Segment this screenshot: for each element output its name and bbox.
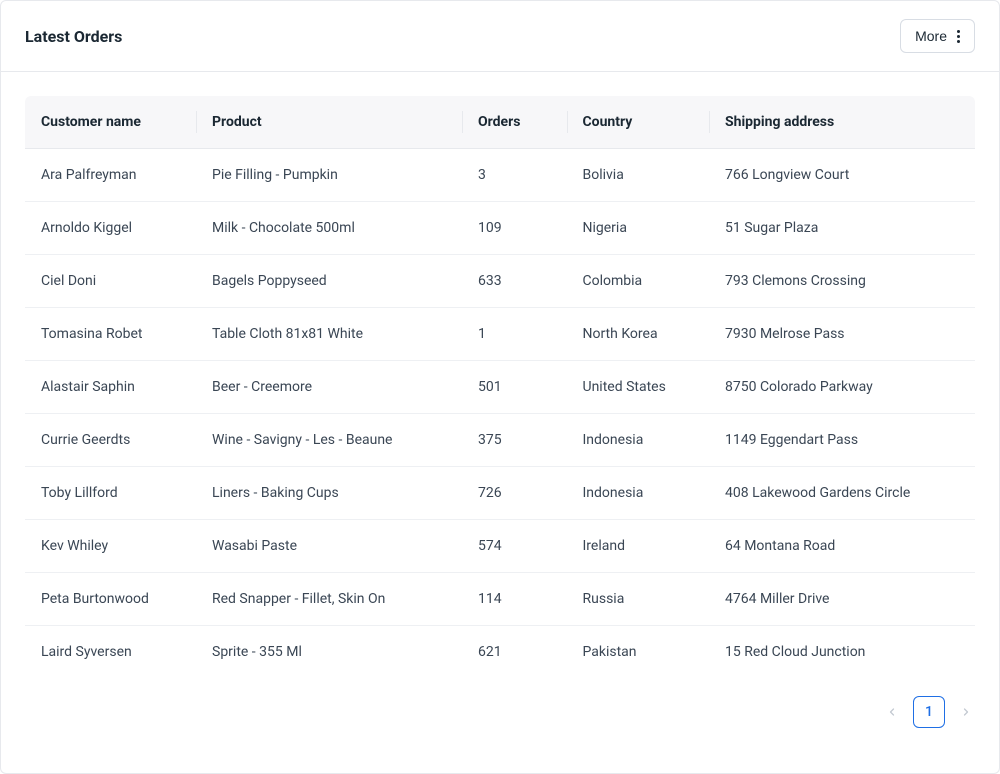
cell-country: Bolivia [567,149,710,202]
cell-address: 64 Montana Road [709,520,975,573]
cell-country: Ireland [567,520,710,573]
table-row[interactable]: Ciel DoniBagels Poppyseed633Colombia793 … [25,255,975,308]
cell-country: Indonesia [567,467,710,520]
cell-address: 8750 Colorado Parkway [709,361,975,414]
cell-customer: Currie Geerdts [25,414,196,467]
cell-product: Liners - Baking Cups [196,467,462,520]
cell-country: North Korea [567,308,710,361]
cell-customer: Laird Syversen [25,626,196,678]
pagination: 1 [25,696,975,728]
card-body: Customer name Product Orders Country Shi… [1,72,999,752]
chevron-left-icon [886,706,898,718]
col-product[interactable]: Product [196,96,462,149]
table-row[interactable]: Ara PalfreymanPie Filling - Pumpkin3Boli… [25,149,975,202]
cell-product: Beer - Creemore [196,361,462,414]
card-title: Latest Orders [25,27,122,46]
cell-address: 766 Longview Court [709,149,975,202]
prev-page-button[interactable] [883,703,901,721]
table-row[interactable]: Alastair SaphinBeer - Creemore501United … [25,361,975,414]
cell-address: 7930 Melrose Pass [709,308,975,361]
more-vertical-icon [957,30,960,43]
cell-orders: 1 [462,308,567,361]
cell-orders: 501 [462,361,567,414]
latest-orders-card: Latest Orders More Customer name Product… [0,0,1000,774]
cell-product: Wine - Savigny - Les - Beaune [196,414,462,467]
cell-customer: Tomasina Robet [25,308,196,361]
cell-country: Indonesia [567,414,710,467]
more-button[interactable]: More [900,19,975,53]
cell-orders: 633 [462,255,567,308]
table-row[interactable]: Currie GeerdtsWine - Savigny - Les - Bea… [25,414,975,467]
table-row[interactable]: Tomasina RobetTable Cloth 81x81 White1No… [25,308,975,361]
cell-product: Wasabi Paste [196,520,462,573]
cell-customer: Ciel Doni [25,255,196,308]
cell-customer: Ara Palfreyman [25,149,196,202]
cell-customer: Peta Burtonwood [25,573,196,626]
cell-country: Pakistan [567,626,710,678]
cell-customer: Arnoldo Kiggel [25,202,196,255]
table-row[interactable]: Toby LillfordLiners - Baking Cups726Indo… [25,467,975,520]
col-shipping[interactable]: Shipping address [709,96,975,149]
cell-country: Nigeria [567,202,710,255]
table-row[interactable]: Kev WhileyWasabi Paste574Ireland64 Monta… [25,520,975,573]
cell-address: 408 Lakewood Gardens Circle [709,467,975,520]
page-number-current[interactable]: 1 [913,696,945,728]
cell-address: 51 Sugar Plaza [709,202,975,255]
card-header: Latest Orders More [1,1,999,72]
cell-country: Russia [567,573,710,626]
table-row[interactable]: Laird SyversenSprite - 355 Ml621Pakistan… [25,626,975,678]
cell-orders: 574 [462,520,567,573]
cell-address: 4764 Miller Drive [709,573,975,626]
col-country[interactable]: Country [567,96,710,149]
chevron-right-icon [960,706,972,718]
cell-product: Pie Filling - Pumpkin [196,149,462,202]
cell-address: 1149 Eggendart Pass [709,414,975,467]
table-row[interactable]: Arnoldo KiggelMilk - Chocolate 500ml109N… [25,202,975,255]
col-customer-name[interactable]: Customer name [25,96,196,149]
cell-product: Table Cloth 81x81 White [196,308,462,361]
cell-customer: Toby Lillford [25,467,196,520]
cell-orders: 726 [462,467,567,520]
cell-address: 15 Red Cloud Junction [709,626,975,678]
cell-product: Milk - Chocolate 500ml [196,202,462,255]
cell-product: Sprite - 355 Ml [196,626,462,678]
cell-product: Red Snapper - Fillet, Skin On [196,573,462,626]
orders-table: Customer name Product Orders Country Shi… [25,96,975,678]
more-button-label: More [915,28,947,44]
cell-orders: 621 [462,626,567,678]
cell-customer: Kev Whiley [25,520,196,573]
cell-country: United States [567,361,710,414]
table-row[interactable]: Peta BurtonwoodRed Snapper - Fillet, Ski… [25,573,975,626]
col-orders[interactable]: Orders [462,96,567,149]
cell-customer: Alastair Saphin [25,361,196,414]
cell-orders: 114 [462,573,567,626]
cell-orders: 375 [462,414,567,467]
next-page-button[interactable] [957,703,975,721]
cell-country: Colombia [567,255,710,308]
cell-orders: 109 [462,202,567,255]
cell-address: 793 Clemons Crossing [709,255,975,308]
cell-orders: 3 [462,149,567,202]
cell-product: Bagels Poppyseed [196,255,462,308]
table-header-row: Customer name Product Orders Country Shi… [25,96,975,149]
